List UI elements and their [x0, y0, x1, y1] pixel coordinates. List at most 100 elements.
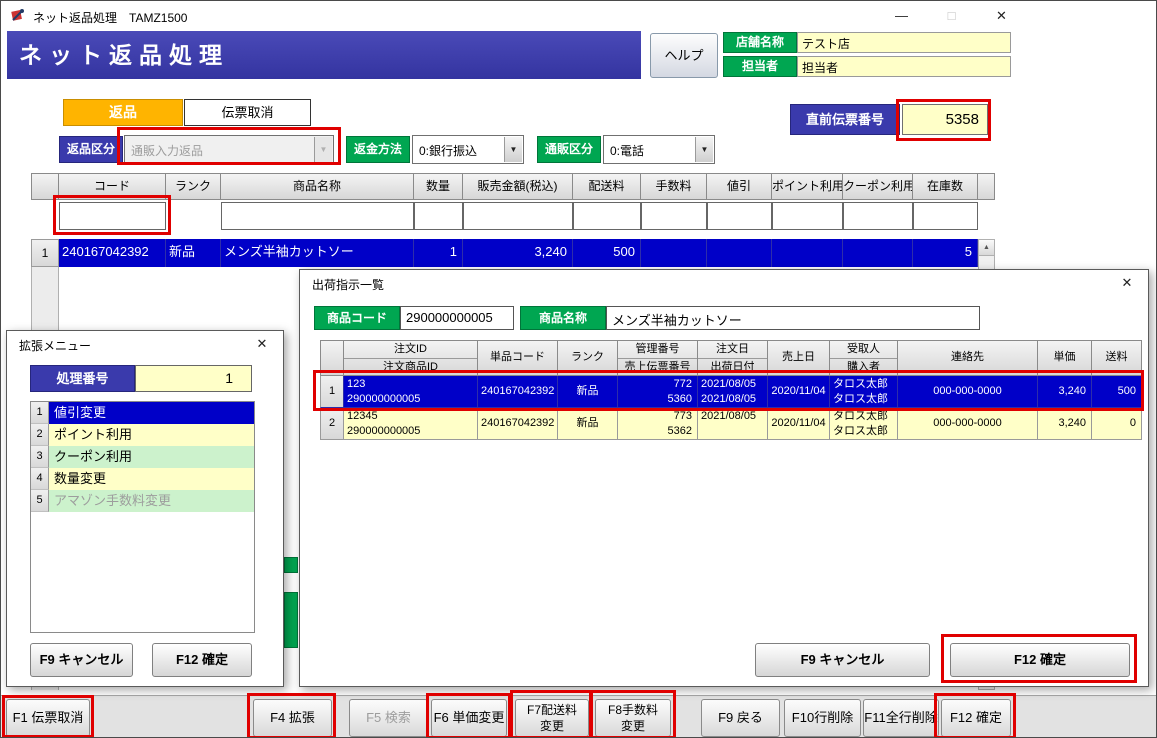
dialog-confirm-button[interactable]: F12 確定 [152, 643, 252, 677]
coupon-input[interactable] [843, 202, 913, 230]
help-button[interactable]: ヘルプ [650, 33, 718, 78]
refund-method-combobox[interactable]: 0:銀行振込 ▼ [412, 135, 524, 164]
product-code-label: 商品コード [314, 306, 400, 330]
f7-delivery-fee-button[interactable]: F7配送料変更 [515, 699, 589, 737]
menu-item-point[interactable]: 2 ポイント利用 [31, 424, 254, 446]
f11-delete-all-rows-button[interactable]: F11全行削除 [863, 699, 939, 737]
chevron-down-icon[interactable]: ▼ [504, 137, 522, 162]
shipping-table-header: 注文ID 注文商品ID 単品コード ランク 管理番号 売上伝票番号 注文日 出荷… [320, 340, 1142, 376]
f9-back-button[interactable]: F9 戻る [701, 699, 780, 737]
cell-rank: 新品 [558, 376, 618, 408]
receiver: タロス太郎 [833, 377, 894, 392]
shipping-row-2[interactable]: 2 12345 290000000005 240167042392 新品 773… [320, 408, 1142, 440]
receiver: タロス太郎 [833, 409, 894, 424]
window-title: ネット返品処理 TAMZ1500 [33, 9, 187, 26]
f6-unit-price-button[interactable]: F6 単価変更 [431, 699, 507, 737]
product-code-field[interactable]: 290000000005 [400, 306, 514, 330]
app-window: ネット返品処理 TAMZ1500 — □ ✕ ネット返品処理 ヘルプ 店舗名称 … [0, 0, 1157, 738]
code-input[interactable] [59, 202, 166, 230]
refund-method-value: 0:銀行振込 [419, 142, 477, 159]
return-class-value: 通販入力返品 [131, 142, 203, 159]
menu-item-coupon[interactable]: 3 クーポン利用 [31, 446, 254, 468]
close-icon[interactable]: ✕ [1116, 274, 1138, 292]
stock-input[interactable] [913, 202, 978, 230]
dialog-cancel-button[interactable]: F9 キャンセル [755, 643, 930, 677]
staff-value: 担当者 [797, 56, 1011, 77]
chevron-down-icon[interactable]: ▼ [314, 137, 332, 162]
cell-dates: 2021/08/05 2021/08/05 [698, 376, 768, 408]
minimize-button[interactable]: — [879, 1, 924, 30]
grid-header-amount: 販売金額(税込) [463, 173, 573, 200]
commission-input[interactable] [641, 202, 707, 230]
f5-search-button: F5 検索 [349, 699, 428, 737]
cell-dates: 2021/08/05 [698, 408, 768, 440]
menu-item-number: 1 [31, 402, 49, 424]
cell-order-ids: 123 290000000005 [344, 376, 478, 408]
dialog-confirm-button[interactable]: F12 確定 [950, 643, 1130, 677]
chevron-down-icon[interactable]: ▼ [695, 137, 713, 162]
fkey-label: F6 単価変更 [434, 710, 505, 726]
col-ship-date: 出荷日付 [698, 358, 767, 375]
grid-selected-row[interactable]: 240167042392 新品 メンズ半袖カットソー 1 3,240 500 5 [59, 239, 978, 267]
staff-label: 担当者 [723, 56, 797, 77]
menu-item-discount[interactable]: 1 値引変更 [31, 402, 254, 424]
channel-class-combobox[interactable]: 0:電話 ▼ [603, 135, 715, 164]
grid-header-delivery: 配送料 [573, 173, 641, 200]
col-order-id-top: 注文ID [344, 341, 477, 358]
order-id: 12345 [347, 409, 474, 424]
fkey-label: F8手数料 [608, 702, 658, 718]
dialog-titlebar[interactable]: 出荷指示一覧 ✕ [300, 270, 1148, 296]
name-input[interactable] [221, 202, 414, 230]
delivery-input[interactable] [573, 202, 641, 230]
close-icon[interactable]: ✕ [251, 335, 273, 353]
app-icon [10, 7, 26, 23]
menu-item-amazon-fee[interactable]: 5 アマゾン手数料変更 [31, 490, 254, 512]
return-class-label: 返品区分 [59, 136, 123, 163]
dialog-title: 拡張メニュー [19, 337, 91, 354]
cell-sales-date: 2020/11/04 [768, 408, 830, 440]
grid-row-number: 1 [31, 239, 59, 267]
cell-item-code: 240167042392 [478, 376, 558, 408]
cell-rank: 新品 [166, 239, 221, 267]
scroll-up-icon[interactable]: ▲ [979, 240, 994, 256]
f12-confirm-button[interactable]: F12 確定 [941, 699, 1011, 737]
shipping-table: 注文ID 注文商品ID 単品コード ランク 管理番号 売上伝票番号 注文日 出荷… [320, 340, 1142, 440]
dialog-cancel-button[interactable]: F9 キャンセル [30, 643, 133, 677]
dialog-titlebar[interactable]: 拡張メニュー ✕ [7, 331, 283, 357]
f10-delete-row-button[interactable]: F10行削除 [784, 699, 861, 737]
shipping-row-1[interactable]: 1 123 290000000005 240167042392 新品 772 5… [320, 376, 1142, 408]
close-button[interactable]: ✕ [979, 1, 1024, 30]
void-slip-button[interactable]: 伝票取消 [184, 99, 311, 126]
f1-void-slip-button[interactable]: F1 伝票取消 [6, 699, 90, 737]
f4-extension-button[interactable]: F4 拡張 [253, 699, 332, 737]
col-receiver-top: 受取人 [830, 341, 897, 358]
store-name-label: 店舗名称 [723, 32, 797, 53]
cell-order-ids: 12345 290000000005 [344, 408, 478, 440]
fkey-label: F5 検索 [366, 710, 411, 726]
discount-input[interactable] [707, 202, 772, 230]
product-name-field[interactable]: メンズ半袖カットソー [606, 306, 980, 330]
menu-item-label: 値引変更 [49, 402, 254, 424]
menu-item-quantity[interactable]: 4 数量変更 [31, 468, 254, 490]
order-date: 2021/08/05 [701, 377, 764, 392]
point-input[interactable] [772, 202, 843, 230]
amount-input[interactable] [463, 202, 573, 230]
maximize-button[interactable]: □ [929, 1, 974, 30]
col-rownum [320, 340, 344, 376]
process-number-field[interactable]: 1 [135, 365, 252, 392]
return-mode-button[interactable]: 返品 [63, 99, 183, 126]
fkey-label: F11全行削除 [864, 710, 937, 726]
channel-class-value: 0:電話 [610, 142, 644, 159]
product-name-label: 商品名称 [520, 306, 606, 330]
cell-coupon [843, 239, 913, 267]
row-number: 1 [320, 376, 344, 408]
buyer: タロス太郎 [833, 424, 894, 439]
qty-input[interactable] [414, 202, 463, 230]
menu-item-label: ポイント利用 [49, 424, 254, 446]
window-titlebar[interactable]: ネット返品処理 TAMZ1500 — □ ✕ [1, 1, 1156, 30]
cell-commission [641, 239, 707, 267]
fkey-label: F1 伝票取消 [13, 710, 84, 726]
refund-method-label: 返金方法 [346, 136, 410, 163]
f8-commission-button[interactable]: F8手数料変更 [595, 699, 671, 737]
return-class-combobox[interactable]: 通販入力返品 ▼ [124, 135, 334, 164]
